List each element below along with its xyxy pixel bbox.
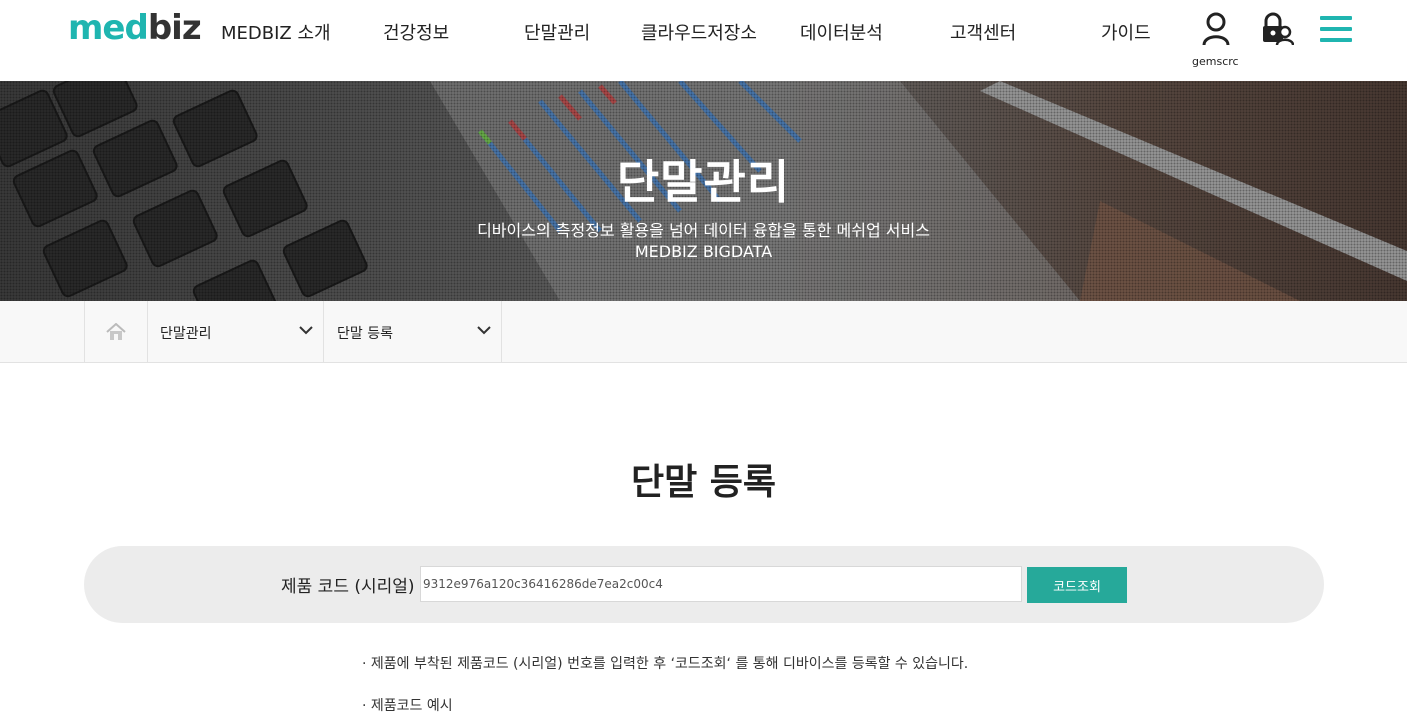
breadcrumb: 단말관리 단말 등록	[0, 301, 1407, 363]
product-code-input[interactable]	[420, 566, 1022, 602]
top-header: medbiz MEDBIZ 소개 건강정보 단말관리 클라우드저장소 데이터분석…	[0, 0, 1407, 81]
code-lookup-button[interactable]: 코드조회	[1027, 567, 1127, 603]
nav-guide[interactable]: 가이드	[1101, 19, 1151, 45]
breadcrumb-level1-select[interactable]: 단말관리	[147, 301, 324, 362]
nav-cloud-storage[interactable]: 클라우드저장소	[641, 19, 757, 45]
logo[interactable]: medbiz	[68, 8, 202, 48]
username-label: gemscrc	[1192, 55, 1239, 68]
hamburger-menu-icon[interactable]	[1320, 16, 1352, 42]
breadcrumb-level1-label: 단말관리	[160, 326, 212, 342]
product-code-label: 제품 코드 (시리얼)	[281, 577, 415, 597]
help-note-code-example: · 제품코드 예시	[362, 698, 453, 714]
nav-medbiz-intro[interactable]: MEDBIZ 소개	[221, 19, 331, 45]
hero-title: 단말관리	[616, 155, 791, 209]
hero-subtitle: 디바이스의 측정정보 활용을 넘어 데이터 융합을 통한 메쉬업 서비스	[477, 221, 930, 240]
nav-data-analysis[interactable]: 데이터분석	[800, 19, 883, 45]
help-note-register: · 제품에 부착된 제품코드 (시리얼) 번호를 입력한 후 ‘코드조회‘ 를 …	[362, 656, 969, 672]
breadcrumb-level2-label: 단말 등록	[337, 326, 393, 342]
home-icon	[106, 323, 126, 340]
nav-customer-center[interactable]: 고객센터	[950, 19, 1016, 45]
nav-device-management[interactable]: 단말관리	[524, 19, 590, 45]
breadcrumb-home-button[interactable]	[84, 301, 148, 362]
hero-subtitle-brand: MEDBIZ BIGDATA	[634, 242, 773, 261]
lock-icon[interactable]	[1260, 12, 1294, 46]
logo-biz: biz	[147, 8, 202, 48]
user-icon[interactable]	[1201, 12, 1231, 46]
breadcrumb-level2-select[interactable]: 단말 등록	[324, 301, 502, 362]
hero-banner: 단말관리 디바이스의 측정정보 활용을 넘어 데이터 융합을 통한 메쉬업 서비…	[0, 81, 1407, 301]
chevron-down-icon	[299, 326, 313, 335]
page-title: 단말 등록	[630, 462, 776, 503]
chevron-down-icon	[477, 326, 491, 335]
logo-med: med	[68, 8, 149, 48]
nav-health-info[interactable]: 건강정보	[383, 19, 449, 45]
